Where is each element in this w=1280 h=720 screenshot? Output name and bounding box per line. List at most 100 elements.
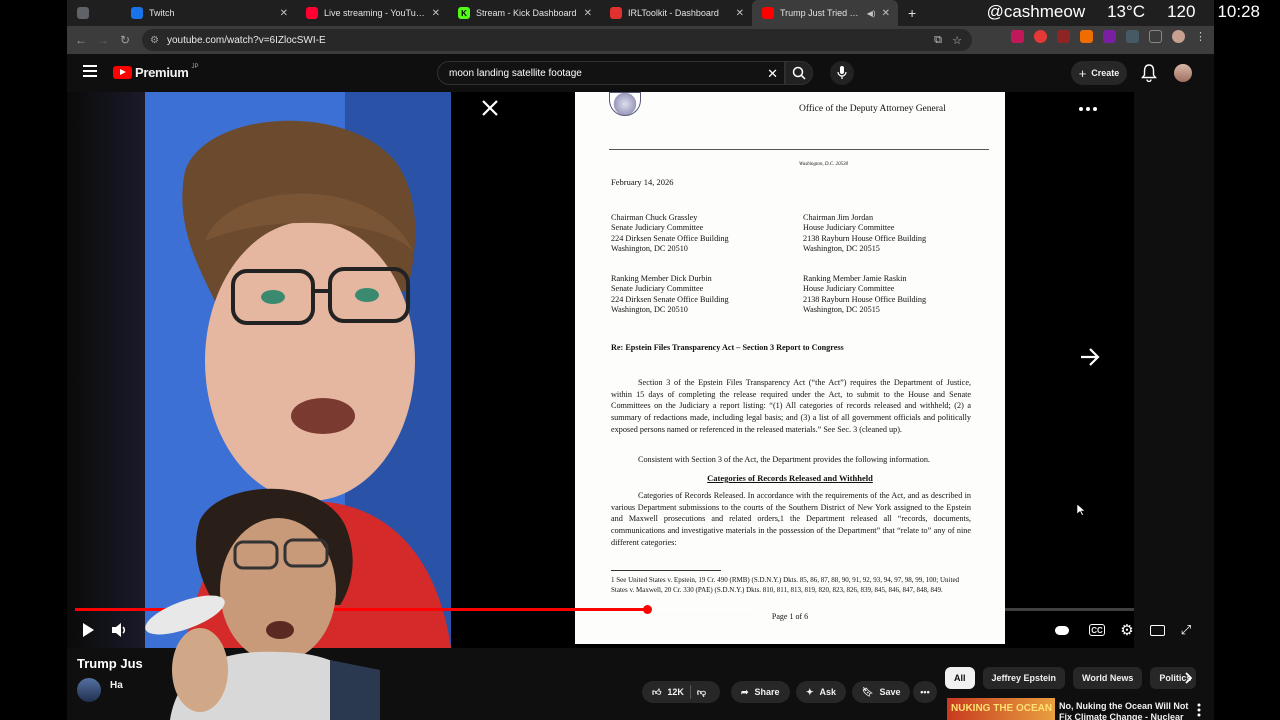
play-icon[interactable] <box>81 621 95 639</box>
tab-window[interactable] <box>67 0 121 26</box>
close-icon[interactable]: ✕ <box>882 8 890 19</box>
addressee-block: Ranking Member Dick Durbin Senate Judici… <box>611 274 729 314</box>
channel-avatar[interactable] <box>77 678 101 702</box>
addressee-block: Chairman Jim Jordan House Judiciary Comm… <box>803 213 927 253</box>
forward-icon[interactable]: → <box>92 29 114 51</box>
close-icon[interactable]: ✕ <box>432 8 440 19</box>
document-rule <box>609 149 989 150</box>
sidebar-icon[interactable] <box>1149 30 1162 43</box>
recommended-title[interactable]: No, Nuking the Ocean Will Not Fix Climat… <box>1059 701 1189 720</box>
close-icon[interactable]: ✕ <box>280 8 288 19</box>
search-icon <box>792 66 806 80</box>
progress-scrubber[interactable] <box>642 605 652 614</box>
site-info-icon[interactable]: ⚙ <box>150 35 159 46</box>
extension-icon[interactable] <box>1080 30 1093 43</box>
more-actions-button[interactable]: ••• <box>913 681 937 703</box>
youtube-studio-icon <box>306 7 318 19</box>
logo-text: Premium <box>135 65 189 80</box>
tab-irltoolkit[interactable]: IRLToolkit - Dashboard ✕ <box>600 0 752 26</box>
settings-gear-icon[interactable]: ⚙ <box>1119 621 1135 639</box>
tab-active-video[interactable]: Trump Just Tried To Cove ◀) ✕ <box>752 0 898 26</box>
document-viewer: Office of the Deputy Attorney General Wa… <box>575 92 1005 644</box>
hamburger-menu-icon[interactable] <box>83 65 97 77</box>
extension-icon[interactable] <box>1034 30 1047 43</box>
autoplay-toggle[interactable] <box>1055 621 1069 639</box>
clear-search-icon[interactable]: ✕ <box>767 66 778 82</box>
document-section-heading: Categories of Records Released and Withh… <box>707 473 873 483</box>
fullscreen-icon[interactable]: ⤢ <box>1179 621 1193 639</box>
share-label: Share <box>754 687 780 697</box>
close-icon[interactable]: ✕ <box>736 8 744 19</box>
chip-jeffrey-epstein[interactable]: Jeffrey Epstein <box>982 667 1066 689</box>
notifications-bell-icon[interactable] <box>1141 64 1157 82</box>
arrow-right-icon[interactable] <box>1079 347 1101 367</box>
extension-icon[interactable] <box>1057 30 1070 43</box>
sparkle-icon: ✦ <box>806 686 814 697</box>
extension-icon[interactable] <box>1011 30 1024 43</box>
save-label: Save <box>879 687 901 697</box>
thumbs-down-icon[interactable]: 👎︎ <box>697 687 706 698</box>
viewer-count: 120 <box>1167 2 1196 21</box>
reload-icon[interactable]: ↻ <box>114 29 136 51</box>
more-horizontal-icon: ••• <box>920 687 930 697</box>
channel-name[interactable]: Ha <box>110 680 123 691</box>
bookmark-icon: 🔖︎ <box>862 686 874 697</box>
document-subject: Re: Epstein Files Transparency Act – Sec… <box>611 343 844 352</box>
close-icon[interactable]: ✕ <box>584 8 592 19</box>
tab-title: IRLToolkit - Dashboard <box>628 8 719 18</box>
bookmark-star-icon[interactable]: ☆ <box>952 34 962 47</box>
volume-icon[interactable] <box>111 621 129 639</box>
mouse-cursor-icon <box>1077 504 1085 516</box>
tab-title: Live streaming - YouTube Stu <box>324 8 426 18</box>
tab-kick[interactable]: K Stream - Kick Dashboard ✕ <box>448 0 600 26</box>
menu-kebab-icon[interactable]: ⋮ <box>1195 30 1206 43</box>
stream-frame: Twitch ✕ Live streaming - YouTube Stu ✕ … <box>0 0 1280 720</box>
menu-kebab-icon[interactable] <box>1197 703 1201 717</box>
document-paragraph: Section 3 of the Epstein Files Transpare… <box>611 378 971 434</box>
close-icon[interactable] <box>480 98 500 118</box>
search-query[interactable]: moon landing satellite footage <box>449 68 582 79</box>
search-button[interactable] <box>785 61 813 85</box>
youtube-play-logo-icon <box>113 66 132 79</box>
addressee-block: Chairman Chuck Grassley Senate Judiciary… <box>611 213 729 253</box>
captions-icon[interactable]: CC <box>1089 624 1105 636</box>
recommended-thumbnail[interactable]: NUKING THE OCEAN <box>947 698 1055 720</box>
chevron-right-icon[interactable] <box>1182 672 1194 684</box>
doj-seal-icon <box>609 92 641 116</box>
chip-world-news[interactable]: World News <box>1073 667 1143 689</box>
create-button[interactable]: + Create <box>1071 61 1127 85</box>
speaker-icon[interactable]: ◀) <box>867 9 876 18</box>
profile-avatar[interactable] <box>1172 30 1185 43</box>
puzzle-icon[interactable] <box>1126 30 1139 43</box>
like-button[interactable]: 👍︎ 12K <box>652 687 684 698</box>
youtube-premium-logo[interactable]: Premium JP <box>113 64 199 80</box>
save-button[interactable]: 🔖︎ Save <box>852 681 911 703</box>
document-paragraph: Consistent with Section 3 of the Act, th… <box>638 455 930 464</box>
cast-icon[interactable]: ⧉ <box>934 34 942 47</box>
tab-title: Twitch <box>149 8 175 18</box>
share-button[interactable]: ➦ Share <box>731 681 790 703</box>
document-date: February 14, 2026 <box>611 177 674 187</box>
divider <box>689 685 691 699</box>
search-input[interactable]: moon landing satellite footage ✕ <box>437 61 785 85</box>
tab-twitch[interactable]: Twitch ✕ <box>121 0 296 26</box>
ask-button[interactable]: ✦ Ask <box>796 681 847 703</box>
back-icon[interactable]: ← <box>70 29 92 51</box>
chip-all[interactable]: All <box>945 667 975 689</box>
new-tab-button[interactable]: + <box>898 0 922 26</box>
omnibox[interactable]: ⚙ youtube.com/watch?v=6IZlocSWI-E ⧉ ☆ <box>142 29 972 51</box>
extension-icon[interactable] <box>1103 30 1116 43</box>
account-avatar[interactable] <box>1174 64 1192 82</box>
voice-search-button[interactable] <box>830 61 854 85</box>
document-paragraph: Categories of Records Released. In accor… <box>611 491 971 547</box>
youtube-icon <box>762 7 774 19</box>
streamer-facecam <box>130 480 380 720</box>
clock: 10:28 <box>1217 2 1260 21</box>
tab-title: Trump Just Tried To Cove <box>780 8 861 18</box>
more-options-icon[interactable] <box>1079 107 1097 111</box>
miniplayer-icon[interactable] <box>1149 621 1165 639</box>
url-text[interactable]: youtube.com/watch?v=6IZlocSWI-E <box>167 35 326 46</box>
document-footnote: 1 See United States v. Epstein, 19 Cr. 4… <box>611 576 960 594</box>
thumbnail-text: NUKING THE OCEAN <box>951 703 1053 714</box>
tab-youtube-studio[interactable]: Live streaming - YouTube Stu ✕ <box>296 0 448 26</box>
